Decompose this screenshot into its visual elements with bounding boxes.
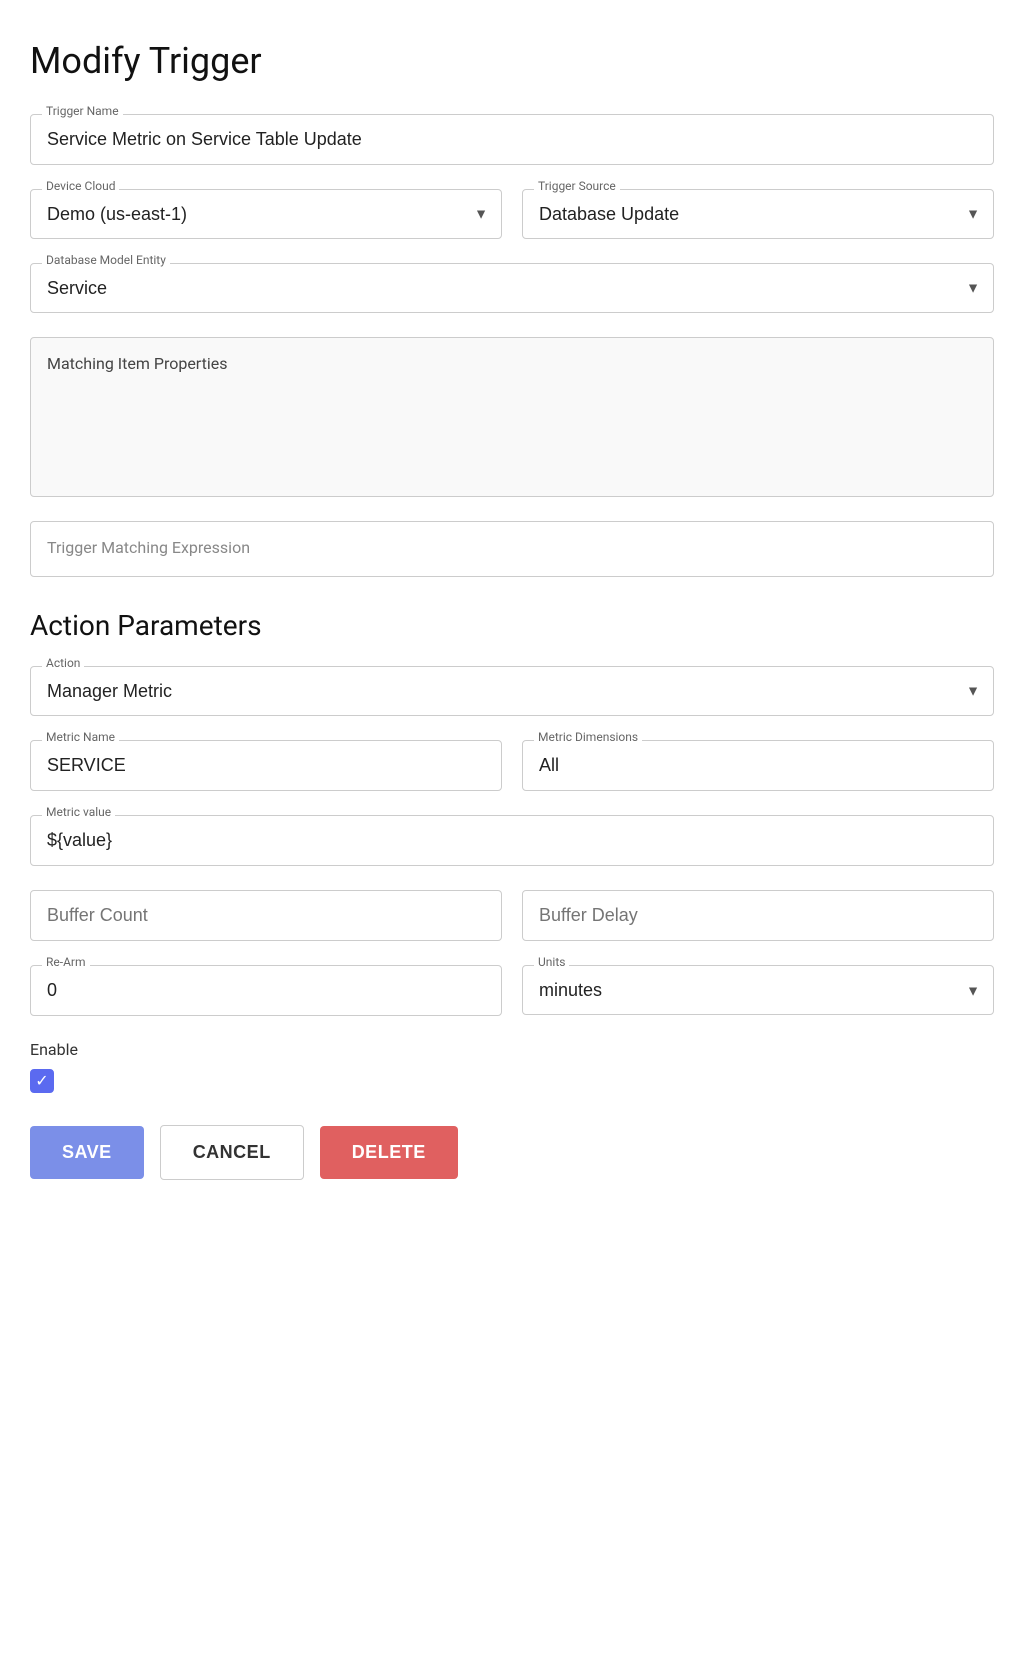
action-select[interactable]: Manager Metric	[30, 666, 994, 716]
trigger-name-field: Trigger Name	[30, 114, 994, 165]
buffer-count-field	[30, 890, 502, 941]
enable-label: Enable	[30, 1040, 994, 1059]
trigger-source-label: Trigger Source	[534, 179, 620, 193]
units-label: Units	[534, 955, 569, 969]
rearm-units-row: Re-Arm Units minutes ▼	[30, 965, 994, 1016]
delete-button[interactable]: DELETE	[320, 1126, 458, 1179]
metric-name-input[interactable]	[30, 740, 502, 791]
action-label: Action	[42, 656, 84, 670]
save-button[interactable]: SAVE	[30, 1126, 144, 1179]
page-title: Modify Trigger	[30, 40, 994, 82]
enable-checkbox-wrapper: ✓	[30, 1069, 994, 1093]
metric-dimensions-label: Metric Dimensions	[534, 730, 642, 744]
re-arm-input[interactable]	[30, 965, 502, 1016]
metric-dimensions-field: Metric Dimensions	[522, 740, 994, 791]
trigger-name-input[interactable]	[30, 114, 994, 165]
database-model-entity-label: Database Model Entity	[42, 253, 170, 267]
metric-value-input[interactable]	[30, 815, 994, 866]
button-row: SAVE CANCEL DELETE	[30, 1125, 994, 1180]
database-model-entity-select[interactable]: Service	[30, 263, 994, 313]
metric-value-field: Metric value	[30, 815, 994, 866]
trigger-matching-expression-text: Trigger Matching Expression	[47, 538, 250, 557]
metric-name-field: Metric Name	[30, 740, 502, 791]
metric-name-label: Metric Name	[42, 730, 119, 744]
trigger-source-select[interactable]: Database Update	[522, 189, 994, 239]
action-parameters-title: Action Parameters	[30, 609, 994, 642]
re-arm-field: Re-Arm	[30, 965, 502, 1016]
re-arm-label: Re-Arm	[42, 955, 90, 969]
device-cloud-select[interactable]: Demo (us-east-1)	[30, 189, 502, 239]
buffer-delay-field	[522, 890, 994, 941]
metric-name-dimensions-row: Metric Name Metric Dimensions	[30, 740, 994, 791]
units-select[interactable]: minutes	[522, 965, 994, 1015]
units-field: Units minutes ▼	[522, 965, 994, 1016]
action-field: Action Manager Metric ▼	[30, 666, 994, 716]
device-trigger-row: Device Cloud Demo (us-east-1) ▼ Trigger …	[30, 189, 994, 239]
database-model-entity-field: Database Model Entity Service ▼	[30, 263, 994, 313]
trigger-matching-expression-box[interactable]: Trigger Matching Expression	[30, 521, 994, 577]
metric-value-label: Metric value	[42, 805, 115, 819]
matching-item-properties-box: Matching Item Properties	[30, 337, 994, 497]
buffer-count-input[interactable]	[30, 890, 502, 941]
matching-item-properties-title: Matching Item Properties	[47, 354, 227, 373]
metric-dimensions-input[interactable]	[522, 740, 994, 791]
device-cloud-field: Device Cloud Demo (us-east-1) ▼	[30, 189, 502, 239]
checkbox-check-icon: ✓	[35, 1073, 48, 1089]
trigger-name-label: Trigger Name	[42, 104, 123, 118]
enable-checkbox[interactable]: ✓	[30, 1069, 54, 1093]
trigger-source-field: Trigger Source Database Update ▼	[522, 189, 994, 239]
buffer-delay-input[interactable]	[522, 890, 994, 941]
buffer-row	[30, 890, 994, 941]
device-cloud-label: Device Cloud	[42, 179, 119, 193]
cancel-button[interactable]: CANCEL	[160, 1125, 304, 1180]
